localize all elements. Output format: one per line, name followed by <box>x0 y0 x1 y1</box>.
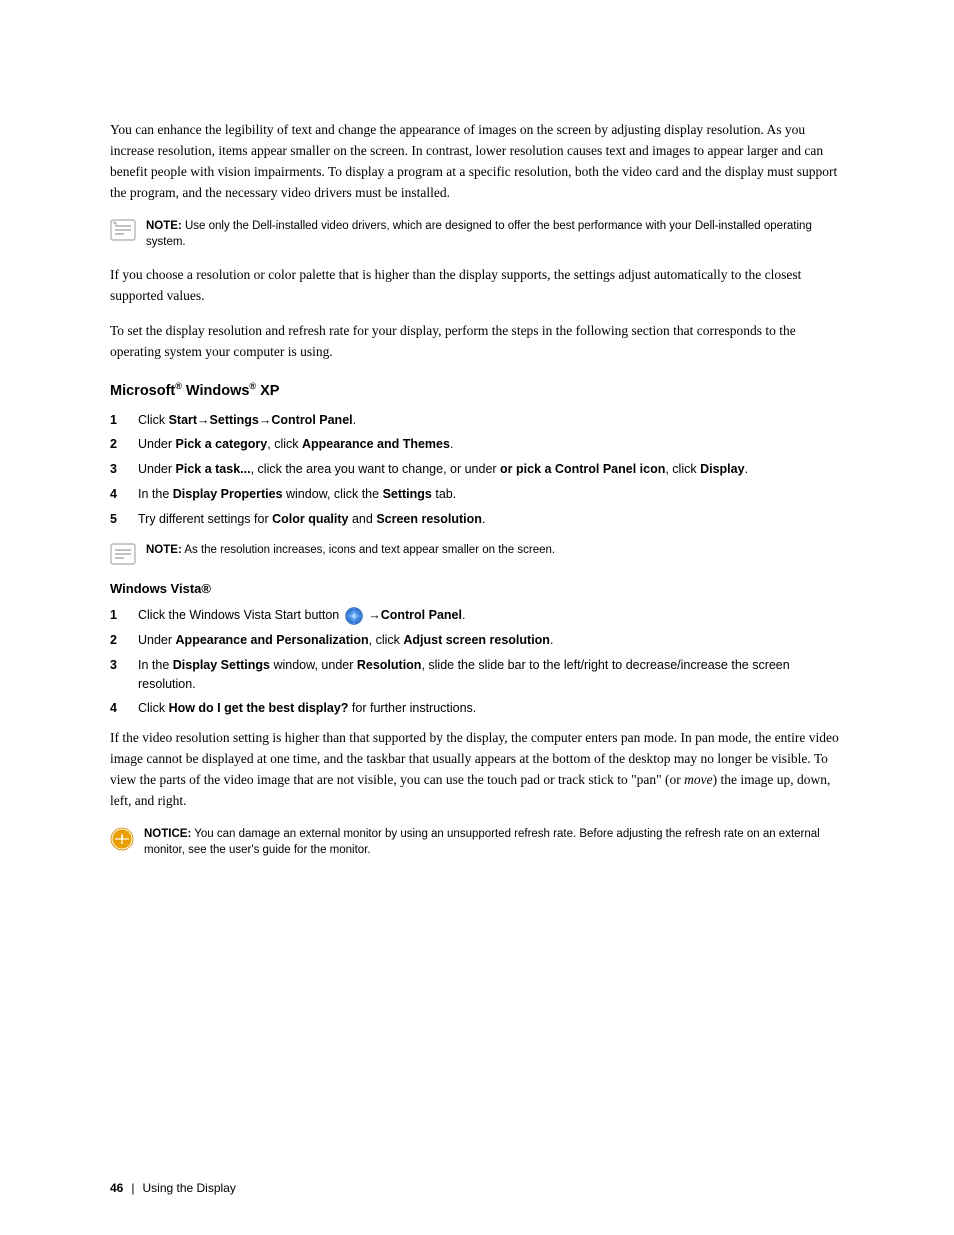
step-xp-4: 4 In the Display Properties window, clic… <box>110 485 844 504</box>
steps-windows-xp: 1 Click Start→Settings→Control Panel. 2 … <box>110 411 844 529</box>
page: You can enhance the legibility of text a… <box>0 0 954 1235</box>
para2: If you choose a resolution or color pale… <box>110 265 844 307</box>
step-vista-4: 4 Click How do I get the best display? f… <box>110 699 844 718</box>
steps-vista: 1 Click the Windows Vista Start button →… <box>110 606 844 718</box>
step-vista-1: 1 Click the Windows Vista Start button →… <box>110 606 844 625</box>
notice-text: NOTICE: You can damage an external monit… <box>144 826 844 859</box>
step-xp-5: 5 Try different settings for Color quali… <box>110 510 844 529</box>
section-heading-vista: Windows Vista® <box>110 581 844 596</box>
section-heading-windows-xp: Microsoft® Windows® XP <box>110 381 844 399</box>
footer-separator: | <box>131 1181 134 1195</box>
notice-box: ! NOTICE: You can damage an external mon… <box>110 826 844 859</box>
footer-section-label: Using the Display <box>142 1181 235 1195</box>
heading-windows: Windows <box>182 383 250 399</box>
footer: 46 | Using the Display <box>110 1181 844 1195</box>
step-vista-2: 2 Under Appearance and Personalization, … <box>110 631 844 650</box>
note-icon-2 <box>110 543 136 565</box>
note-text-1: NOTE: Use only the Dell-installed video … <box>146 218 844 251</box>
vista-start-icon <box>345 607 363 625</box>
step-vista-3: 3 In the Display Settings window, under … <box>110 656 844 694</box>
pan-mode-para: If the video resolution setting is highe… <box>110 728 844 812</box>
notice-icon: ! <box>110 827 134 851</box>
step-xp-3: 3 Under Pick a task..., click the area y… <box>110 460 844 479</box>
sup-microsoft: ® <box>175 381 182 391</box>
step-xp-1: 1 Click Start→Settings→Control Panel. <box>110 411 844 430</box>
intro-paragraph: You can enhance the legibility of text a… <box>110 120 844 204</box>
footer-page-number: 46 <box>110 1181 123 1195</box>
note-box-2: NOTE: As the resolution increases, icons… <box>110 542 844 565</box>
heading-microsoft: Microsoft <box>110 383 175 399</box>
note-icon-1: ✎ <box>110 219 136 241</box>
svg-text:✎: ✎ <box>113 221 117 227</box>
note-box-1: ✎ NOTE: Use only the Dell-installed vide… <box>110 218 844 251</box>
step-xp-2: 2 Under Pick a category, click Appearanc… <box>110 435 844 454</box>
para3: To set the display resolution and refres… <box>110 321 844 363</box>
note-text-2: NOTE: As the resolution increases, icons… <box>146 542 555 559</box>
heading-xp: XP <box>256 383 279 399</box>
